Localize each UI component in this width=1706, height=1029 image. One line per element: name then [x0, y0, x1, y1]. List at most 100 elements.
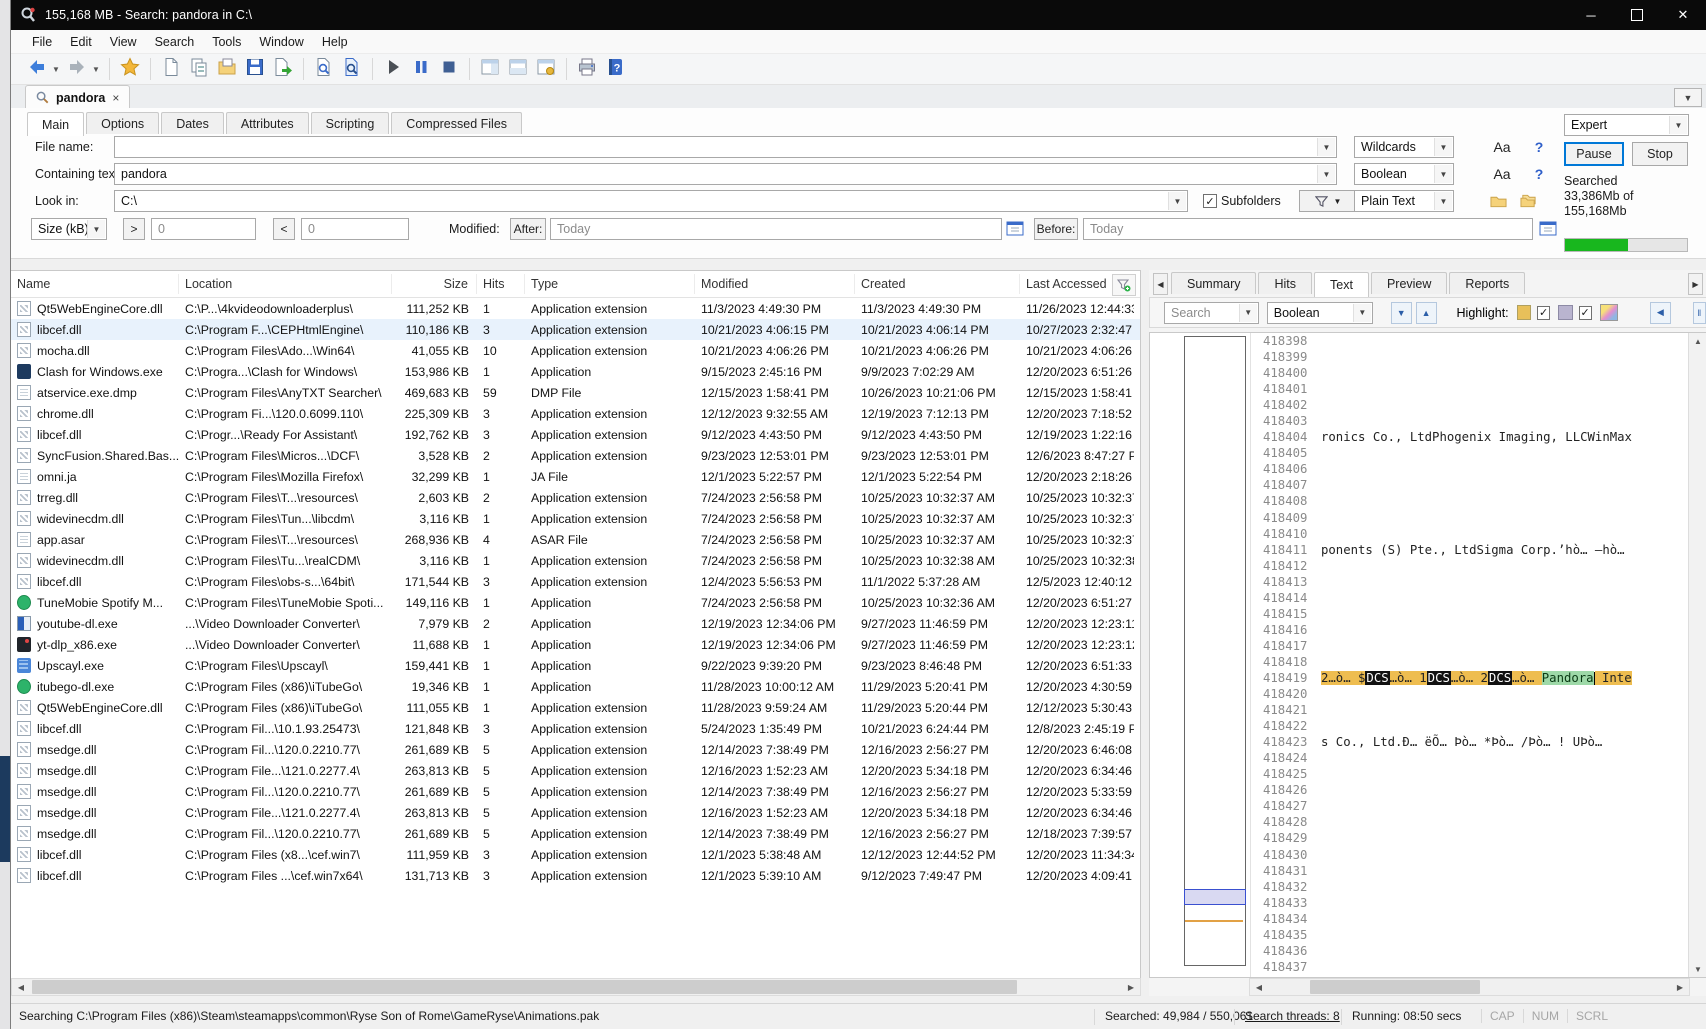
table-row[interactable]: msedge.dllC:\Program File...\121.0.2277.… — [11, 760, 1140, 781]
search-document-button[interactable] — [311, 56, 337, 82]
table-row[interactable]: msedge.dllC:\Program Fil...\120.0.2210.7… — [11, 739, 1140, 760]
before-date-input[interactable]: Today — [1083, 218, 1533, 240]
print-button[interactable] — [574, 56, 600, 82]
minimize-button[interactable]: ─ — [1568, 0, 1614, 30]
panel-tab-reports[interactable]: Reports — [1449, 272, 1525, 294]
table-row[interactable]: TuneMobie Spotify M...C:\Program Files\T… — [11, 592, 1140, 613]
panel-tab-summary[interactable]: Summary — [1171, 272, 1256, 294]
column-header-created[interactable]: Created — [855, 274, 1020, 294]
table-row[interactable]: trreg.dllC:\Program Files\T...\resources… — [11, 487, 1140, 508]
browse-folder-button[interactable] — [1486, 190, 1510, 212]
size-min-input[interactable]: 0 — [151, 218, 256, 240]
file-name-mode-select[interactable]: Wildcards▼ — [1354, 136, 1454, 158]
panel-tabs-scroll-right[interactable]: ▶ — [1688, 273, 1703, 295]
back-menu-icon[interactable]: ▼ — [51, 56, 61, 82]
back-button[interactable] — [24, 56, 50, 82]
forward-menu-icon[interactable]: ▼ — [91, 56, 101, 82]
table-row[interactable]: libcef.dllC:\Program Files (x8...\cef.wi… — [11, 844, 1140, 865]
table-row[interactable]: libcef.dllC:\Program Fil...\10.1.93.2547… — [11, 718, 1140, 739]
scrollbar-thumb[interactable] — [1310, 980, 1480, 994]
menu-file[interactable]: File — [23, 32, 61, 52]
table-row[interactable]: msedge.dllC:\Program File...\121.0.2277.… — [11, 802, 1140, 823]
export-results-button[interactable] — [270, 56, 296, 82]
chevron-down-icon[interactable]: ▼ — [1168, 192, 1186, 210]
minimap-viewport[interactable] — [1184, 889, 1246, 905]
search-tab-pandora[interactable]: pandora × — [25, 85, 130, 109]
tab-options[interactable]: Options — [86, 112, 159, 134]
favorites-button[interactable] — [117, 56, 143, 82]
next-hit-button[interactable]: ▼ — [1391, 302, 1412, 324]
chevron-down-icon[interactable]: ▼ — [1434, 165, 1452, 183]
tab-scripting[interactable]: Scripting — [311, 112, 390, 134]
chevron-down-icon[interactable]: ▼ — [1317, 165, 1335, 183]
layout-results-right-button[interactable] — [477, 56, 503, 82]
hit-search-input[interactable]: Search▼ — [1164, 302, 1259, 324]
chevron-down-icon[interactable]: ▼ — [1239, 304, 1257, 322]
panel-tab-hits[interactable]: Hits — [1258, 272, 1312, 294]
column-header-hits[interactable]: Hits — [477, 274, 525, 294]
table-row[interactable]: Upscayl.exeC:\Program Files\Upscayl\159,… — [11, 655, 1140, 676]
folder-filter-button[interactable]: ▼ — [1299, 190, 1357, 212]
new-search-button[interactable] — [158, 56, 184, 82]
menu-search[interactable]: Search — [146, 32, 204, 52]
results-hscrollbar[interactable]: ◀ ▶ — [11, 978, 1141, 996]
after-date-input[interactable]: Today — [550, 218, 1002, 240]
panel-tab-text[interactable]: Text — [1314, 272, 1369, 297]
menu-edit[interactable]: Edit — [61, 32, 101, 52]
table-row[interactable]: app.asarC:\Program Files\T...\resources\… — [11, 529, 1140, 550]
folder-list-button[interactable] — [1516, 190, 1540, 212]
table-row[interactable]: widevinecdm.dllC:\Program Files\Tun...\l… — [11, 508, 1140, 529]
pause-button[interactable]: Pause — [1564, 142, 1624, 166]
table-row[interactable]: atservice.exe.dmpC:\Program Files\AnyTXT… — [11, 382, 1140, 403]
table-row[interactable]: itubego-dl.exeC:\Program Files (x86)\iTu… — [11, 676, 1140, 697]
first-hit-button[interactable]: ◀ — [1650, 302, 1671, 324]
table-row[interactable]: msedge.dllC:\Program Fil...\120.0.2210.7… — [11, 781, 1140, 802]
table-row[interactable]: SyncFusion.Shared.Bas...C:\Program Files… — [11, 445, 1140, 466]
column-header-name[interactable]: Name — [11, 274, 179, 294]
hit-search-mode-select[interactable]: Boolean▼ — [1267, 302, 1373, 324]
size-lt-button[interactable]: < — [273, 218, 295, 240]
search-document-index-button[interactable] — [339, 56, 365, 82]
header-filter-button[interactable] — [1112, 274, 1136, 296]
panel-tabs-scroll-left[interactable]: ◀ — [1153, 273, 1168, 295]
viewer-vscrollbar[interactable]: ▲ ▼ — [1688, 333, 1706, 977]
document-minimap[interactable] — [1184, 336, 1246, 966]
previous-hit-button[interactable]: ▲ — [1416, 302, 1437, 324]
menu-tools[interactable]: Tools — [203, 32, 250, 52]
save-search-button[interactable] — [242, 56, 268, 82]
table-row[interactable]: Qt5WebEngineCore.dllC:\Program Files (x8… — [11, 697, 1140, 718]
size-gt-button[interactable]: > — [123, 218, 145, 240]
chevron-down-icon[interactable]: ▼ — [1317, 138, 1335, 156]
scroll-right-icon[interactable]: ▶ — [1671, 979, 1689, 995]
file-name-input[interactable]: ▼ — [114, 136, 1337, 158]
layout-options-button[interactable] — [533, 56, 559, 82]
layout-results-bottom-button[interactable] — [505, 56, 531, 82]
tab-attributes[interactable]: Attributes — [226, 112, 309, 134]
chevron-down-icon[interactable]: ▼ — [1434, 192, 1452, 210]
stop-button[interactable]: Stop — [1632, 142, 1688, 166]
close-button[interactable]: ✕ — [1660, 0, 1706, 30]
look-in-input[interactable]: C:\▼ — [114, 190, 1188, 212]
table-row[interactable]: Qt5WebEngineCore.dllC:\P...\4kvideodownl… — [11, 298, 1140, 319]
profile-select[interactable]: Expert▼ — [1564, 114, 1689, 136]
highlight-palette-icon[interactable] — [1600, 304, 1618, 321]
stop-search-button[interactable] — [436, 56, 462, 82]
maximize-button[interactable] — [1614, 0, 1660, 30]
file-name-case-button[interactable]: Aa — [1489, 136, 1515, 158]
text-viewer[interactable]: 4183984183994184004184014184024184034184… — [1250, 333, 1692, 977]
column-header-modified[interactable]: Modified — [695, 274, 855, 294]
menu-window[interactable]: Window — [250, 32, 312, 52]
size-unit-select[interactable]: Size (kB)▼ — [31, 218, 107, 240]
chevron-down-icon[interactable]: ▼ — [1434, 138, 1452, 156]
tab-list-dropdown[interactable]: ▼ — [1674, 88, 1702, 107]
tab-close-icon[interactable]: × — [112, 91, 119, 105]
highlight-checkbox-1[interactable]: ✓ — [1537, 306, 1550, 320]
subfolders-checkbox[interactable]: ✓ — [1203, 194, 1217, 208]
calendar-icon[interactable] — [1539, 220, 1557, 236]
table-row[interactable]: youtube-dl.exe...\Video Downloader Conve… — [11, 613, 1140, 634]
table-row[interactable]: Clash for Windows.exeC:\Progra...\Clash … — [11, 361, 1140, 382]
viewer-hscrollbar[interactable]: ◀ ▶ — [1249, 978, 1690, 996]
tab-compressed-files[interactable]: Compressed Files — [391, 112, 522, 134]
containing-text-input[interactable]: pandora▼ — [114, 163, 1337, 185]
size-max-input[interactable]: 0 — [301, 218, 409, 240]
